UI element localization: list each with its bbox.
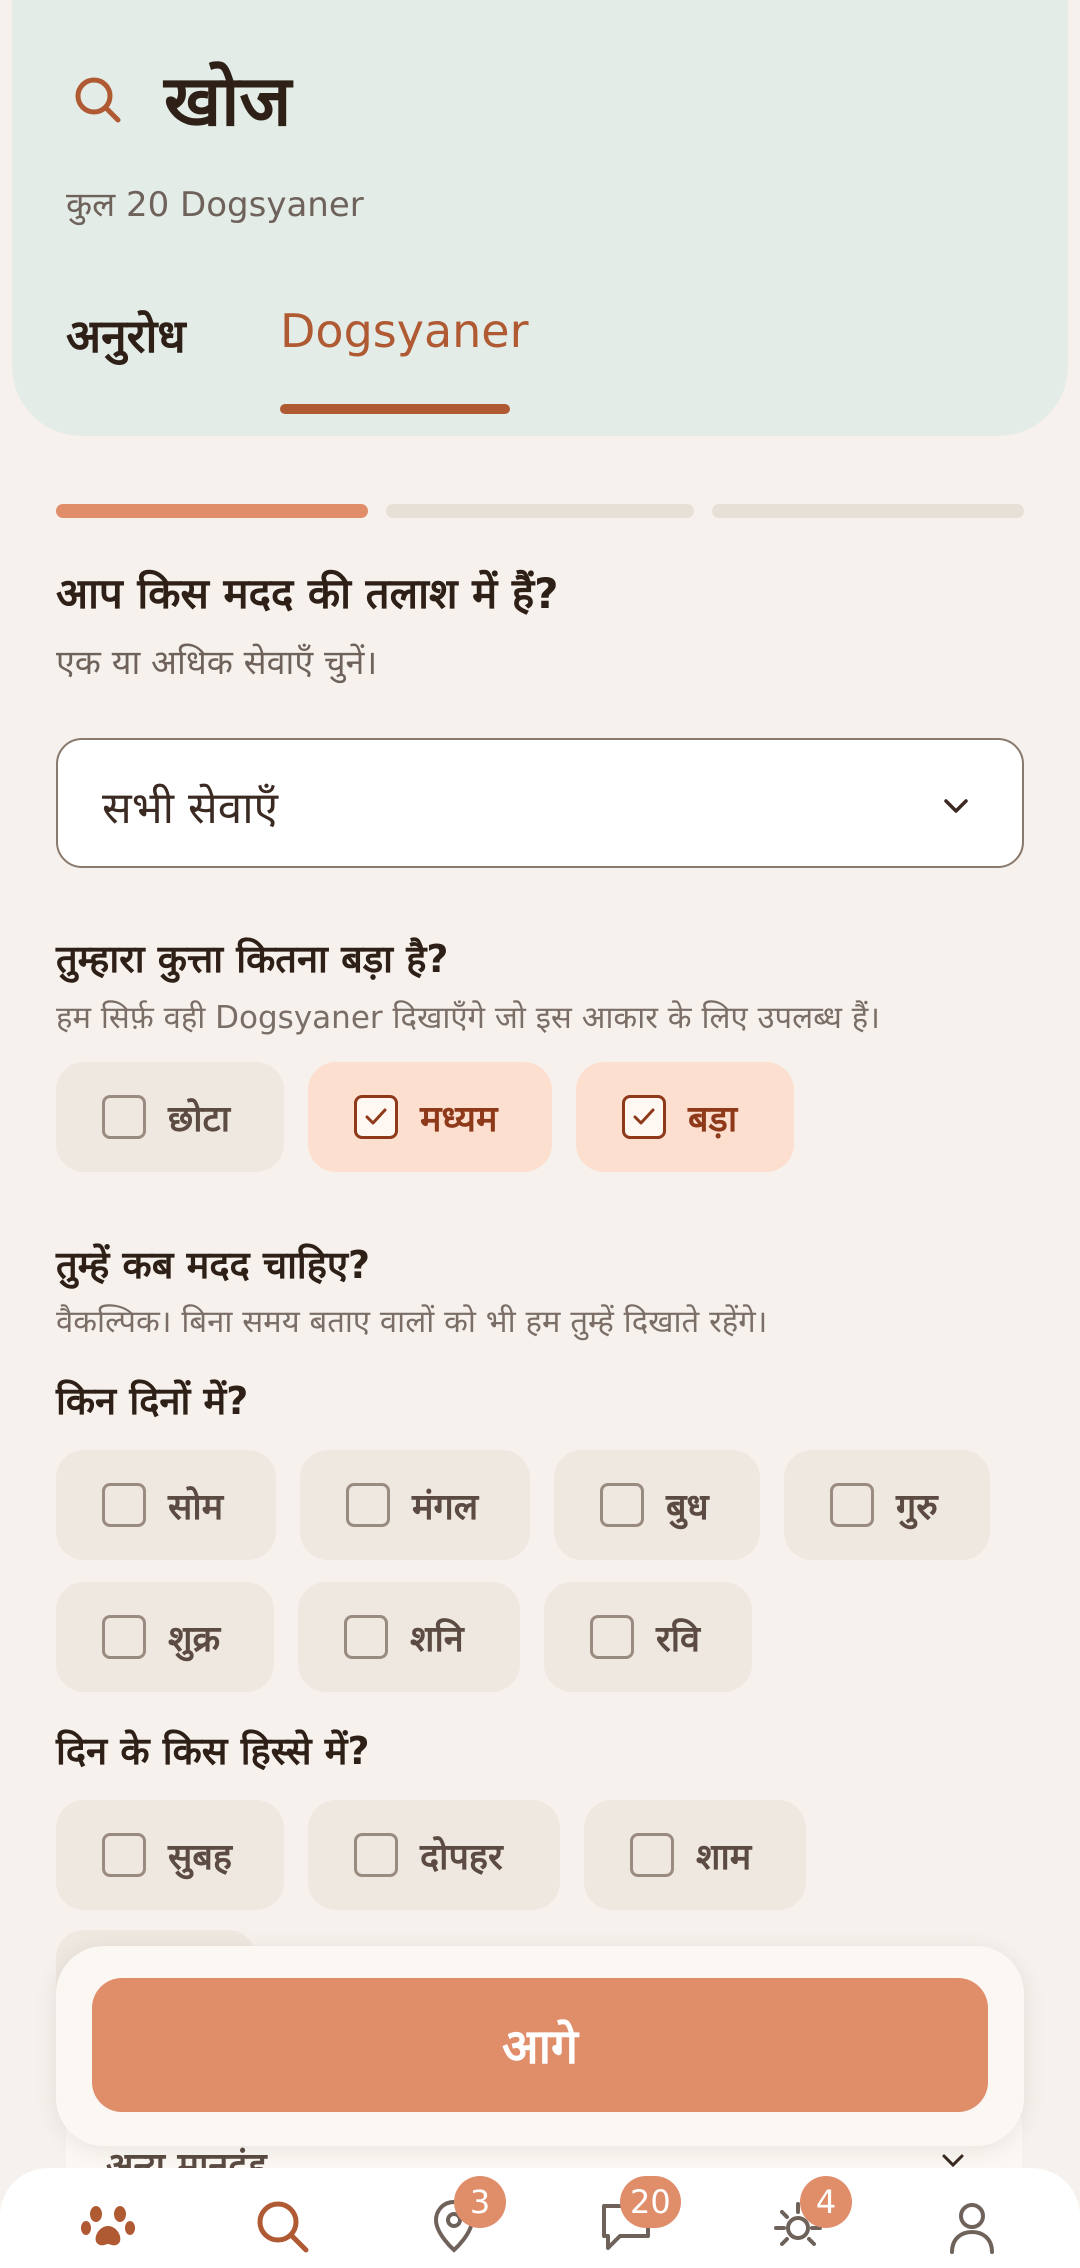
progress-step-1	[56, 504, 368, 518]
nav-search[interactable]	[252, 2196, 312, 2256]
checkbox[interactable]	[102, 1095, 146, 1139]
chip-label: दोपहर	[420, 1836, 503, 1878]
services-question: आप किस मदद की तलाश में हैं?	[56, 569, 559, 618]
day-chip-sun[interactable]: रवि	[544, 1582, 752, 1692]
chip-label: रवि	[656, 1618, 701, 1660]
checkbox[interactable]	[600, 1483, 644, 1527]
chip-label: गुरु	[896, 1486, 938, 1528]
checkbox-checked[interactable]	[622, 1095, 666, 1139]
checkbox[interactable]	[590, 1615, 634, 1659]
day-chip-mon[interactable]: सोम	[56, 1450, 276, 1560]
tab-dogsyaner[interactable]: Dogsyaner	[280, 304, 529, 358]
day-chip-tue[interactable]: मंगल	[300, 1450, 530, 1560]
services-select[interactable]: सभी सेवाएँ	[56, 738, 1024, 868]
check-icon	[633, 1108, 655, 1125]
chip-label: सोम	[168, 1486, 224, 1528]
nav-map-badge: 3	[454, 2176, 506, 2228]
when-question: तुम्हें कब मदद चाहिए?	[56, 1243, 371, 1287]
checkbox[interactable]	[346, 1483, 390, 1527]
chip-label: शाम	[696, 1836, 752, 1878]
day-chip-sat[interactable]: शनि	[298, 1582, 520, 1692]
days-question: किन दिनों में?	[56, 1379, 249, 1423]
progress-step-2	[386, 504, 694, 518]
checkbox[interactable]	[102, 1483, 146, 1527]
chip-label: छोटा	[168, 1098, 231, 1140]
chip-label: मध्यम	[420, 1098, 498, 1140]
checkbox[interactable]	[344, 1615, 388, 1659]
paw-icon	[81, 2206, 135, 2246]
services-hint: एक या अधिक सेवाएँ चुनें।	[56, 643, 378, 683]
size-question: तुम्हारा कुत्ता कितना बड़ा है?	[56, 937, 449, 981]
size-chip-large[interactable]: बड़ा	[576, 1062, 794, 1172]
nav-chat-badge: 20	[620, 2176, 681, 2228]
checkbox[interactable]	[354, 1833, 398, 1877]
checkbox-checked[interactable]	[354, 1095, 398, 1139]
result-count: कुल 20 Dogsyaner	[66, 185, 364, 225]
page-title: खोज	[164, 60, 292, 142]
day-chip-fri[interactable]: शुक्र	[56, 1582, 274, 1692]
size-chip-small[interactable]: छोटा	[56, 1062, 284, 1172]
checkbox[interactable]	[630, 1833, 674, 1877]
chip-label: शनि	[410, 1618, 464, 1660]
size-chip-medium[interactable]: मध्यम	[308, 1062, 552, 1172]
nav-updates-badge: 4	[800, 2176, 852, 2228]
chip-label: सुबह	[168, 1836, 233, 1878]
chip-label: मंगल	[412, 1486, 479, 1528]
bottom-nav	[0, 2168, 1080, 2268]
time-chip-evening[interactable]: शाम	[584, 1800, 806, 1910]
search-icon	[257, 2201, 309, 2253]
time-chip-afternoon[interactable]: दोपहर	[308, 1800, 560, 1910]
when-hint: वैकल्पिक। बिना समय बताए वालों को भी हम त…	[56, 1304, 768, 1340]
profile-icon	[950, 2203, 994, 2254]
check-icon	[365, 1108, 387, 1125]
chip-label: बड़ा	[688, 1098, 738, 1140]
chip-label: शुक्र	[168, 1618, 221, 1660]
services-select-value: सभी सेवाएँ	[102, 783, 278, 834]
checkbox[interactable]	[102, 1615, 146, 1659]
tab-requests[interactable]: अनुरोध	[66, 304, 186, 366]
active-tab-indicator	[280, 404, 510, 414]
checkbox[interactable]	[102, 1833, 146, 1877]
day-chip-wed[interactable]: बुध	[554, 1450, 760, 1560]
search-icon	[75, 77, 121, 123]
nav-profile[interactable]	[942, 2196, 1002, 2256]
chevron-down-icon	[944, 799, 968, 813]
checkbox[interactable]	[830, 1483, 874, 1527]
size-hint: हम सिर्फ़ वही Dogsyaner दिखाएँगे जो इस आ…	[56, 1000, 880, 1036]
next-button[interactable]: आगे	[92, 1978, 988, 2112]
progress-step-3	[712, 504, 1024, 518]
day-chip-thu[interactable]: गुरु	[784, 1450, 990, 1560]
times-question: दिन के किस हिस्से में?	[56, 1729, 370, 1773]
nav-home[interactable]	[78, 2196, 138, 2256]
chip-label: बुध	[666, 1486, 709, 1528]
time-chip-morning[interactable]: सुबह	[56, 1800, 284, 1910]
